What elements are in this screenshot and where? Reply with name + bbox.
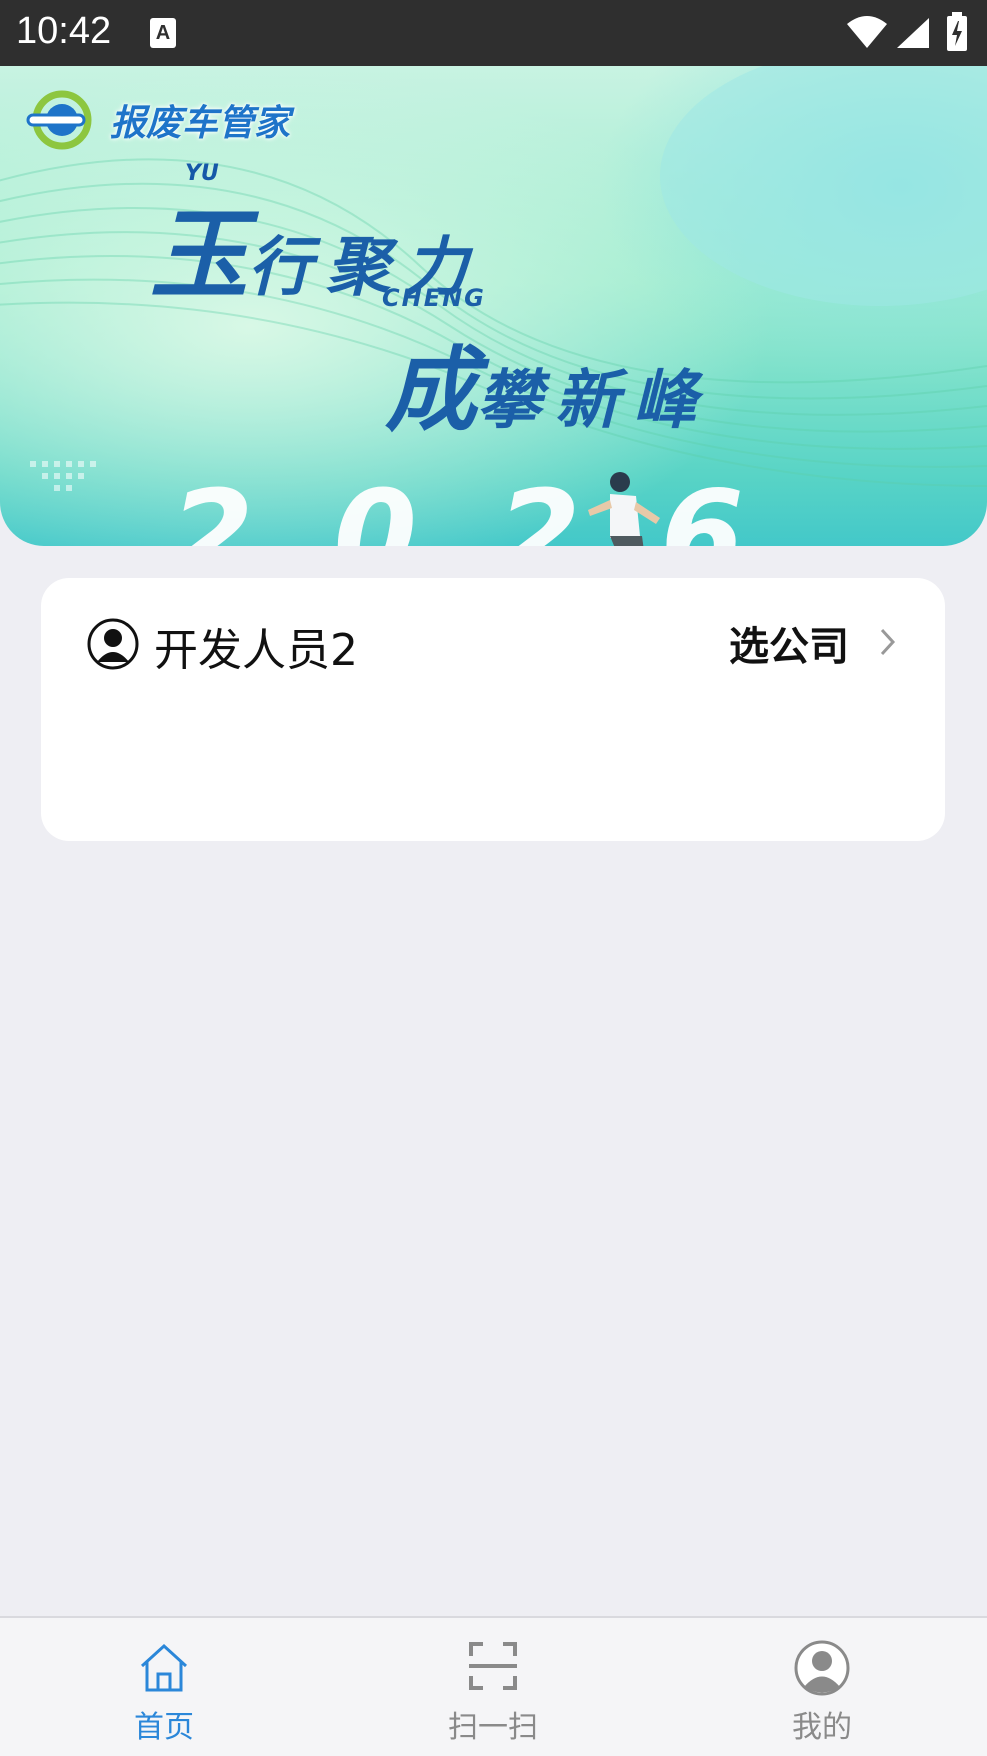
home-icon	[140, 1643, 188, 1692]
status-bar: 10:42 A	[0, 0, 987, 66]
scan-icon	[469, 1642, 517, 1690]
user-avatar-icon	[87, 618, 139, 670]
tab-profile[interactable]: 我的	[742, 1618, 902, 1756]
bottom-tab-bar: 首页 扫一扫 我的	[0, 1616, 987, 1756]
banner-year: 2026	[170, 466, 824, 546]
battery-icon	[947, 12, 967, 51]
username: 开发人员2	[154, 625, 358, 676]
user-card: 开发人员2 选公司	[41, 578, 945, 841]
wifi-icon	[847, 16, 887, 48]
signal-icon	[897, 18, 929, 48]
slogan2-rest: 攀新峰	[477, 363, 712, 438]
tab-home[interactable]: 首页	[84, 1618, 244, 1756]
banner-slogan-line2: 成攀新峰	[385, 316, 711, 449]
promo-banner[interactable]: 报废车管家 YU 玉行聚力 CHENG 成攀新峰 2026	[0, 66, 987, 546]
slogan2-first-char: 成	[385, 336, 478, 444]
logo-text: 报废车管家	[110, 103, 291, 144]
slogan1-first-char: 玉	[150, 198, 249, 313]
app-logo: 报废车管家	[22, 88, 290, 152]
logo-wrench-icon	[26, 90, 92, 150]
tab-profile-label: 我的	[792, 1710, 852, 1745]
profile-icon	[794, 1640, 850, 1696]
select-company-button[interactable]: 选公司	[729, 614, 849, 672]
tab-home-label: 首页	[134, 1710, 194, 1745]
chevron-right-icon[interactable]	[877, 626, 899, 658]
tab-scan-label: 扫一扫	[448, 1710, 538, 1745]
tab-scan[interactable]: 扫一扫	[413, 1618, 573, 1756]
banner-cheng-label: CHENG	[382, 284, 486, 312]
runner-illustration	[588, 472, 660, 546]
notification-icon: A	[150, 18, 176, 48]
status-time: 10:42	[16, 10, 112, 52]
